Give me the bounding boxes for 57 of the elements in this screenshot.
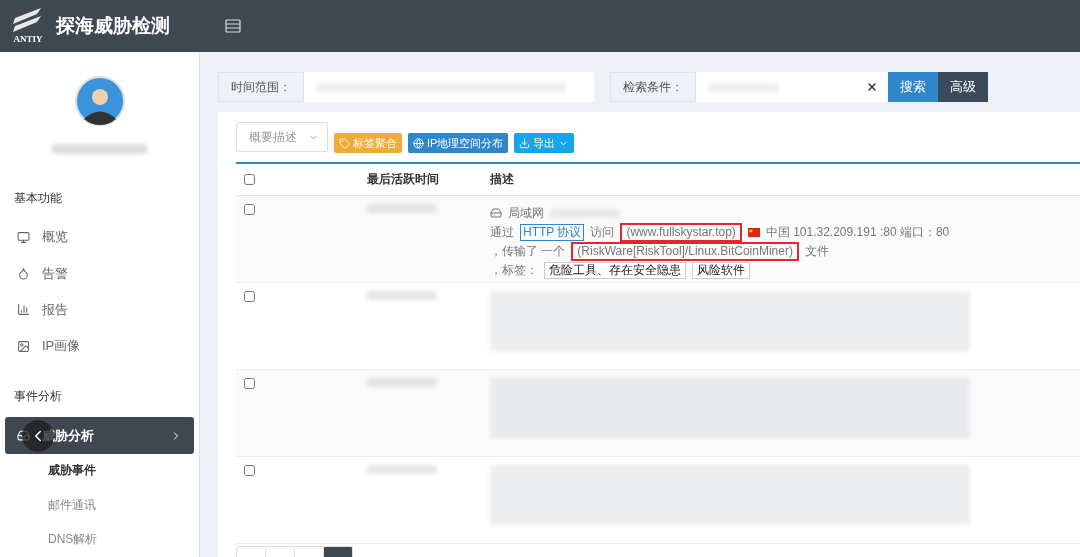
flag-icon — [747, 227, 760, 237]
location-text: 中国 101.32.209.191 :80 端口：80 — [765, 224, 950, 240]
blurred-time — [367, 291, 437, 300]
column-header: 描述 — [490, 171, 515, 188]
close-icon — [866, 81, 878, 93]
sidebar-item[interactable]: 概览 — [5, 219, 194, 256]
search-button[interactable]: 高级 — [938, 72, 988, 102]
sidebar-subitem[interactable]: 邮件通讯 — [0, 488, 199, 523]
section-title: 事件分析 — [13, 388, 63, 406]
back-button[interactable] — [22, 420, 54, 453]
desc-text: ，传输了 一个 — [490, 243, 566, 259]
toolbar-button[interactable]: 导出 — [514, 133, 575, 153]
row-checkbox[interactable] — [244, 465, 255, 476]
row-checkbox[interactable] — [244, 291, 255, 302]
time-range-field[interactable] — [304, 72, 594, 102]
sidebar-subitem[interactable]: 威胁事件 — [0, 453, 199, 489]
item-icon — [17, 267, 30, 280]
field-label: 检索条件： — [610, 72, 696, 102]
toolbar-button[interactable]: 标签聚合 — [334, 133, 402, 153]
column-header: 最后活跃时间 — [367, 171, 440, 188]
protocol-link[interactable]: HTTP 协议 — [520, 223, 585, 241]
desc-text: 文件 — [804, 243, 829, 259]
logo-text: ANTIY — [13, 34, 43, 44]
tag-icon — [339, 137, 350, 149]
avatar-icon — [74, 76, 125, 126]
blurred-time — [367, 465, 437, 474]
item-icon — [17, 303, 30, 317]
sidebar-item[interactable]: 威胁分析 — [5, 417, 194, 454]
domain-text: (www.fullskystar.top) — [620, 222, 742, 242]
tags-label: ，标签： — [490, 262, 538, 278]
toolbar-button[interactable]: IP地理空间分布 — [408, 133, 509, 153]
item-icon — [17, 339, 30, 353]
tag-chip: 危险工具、存在安全隐患 — [544, 261, 686, 279]
menu-icon[interactable] — [225, 19, 241, 33]
row-checkbox[interactable] — [244, 378, 255, 389]
section-title: 基本功能 — [13, 190, 63, 207]
app-title: 探海威胁检测 — [56, 14, 171, 38]
globe-icon — [413, 137, 424, 149]
desc-text: 访问 — [590, 224, 615, 240]
network-icon — [490, 207, 502, 219]
sidebar-subitem[interactable]: DNS解析 — [0, 522, 199, 557]
select-all-checkbox[interactable] — [244, 174, 255, 185]
sidebar-item[interactable]: 告警 — [5, 255, 194, 292]
search-button[interactable]: 搜索 — [888, 72, 938, 102]
network-label: 局域网 — [508, 205, 544, 221]
condition-field[interactable] — [696, 72, 856, 102]
download-icon — [519, 137, 531, 149]
close-button[interactable] — [856, 72, 888, 102]
file-text: (RiskWare[RiskTool]/Linux.BitCoinMiner) — [571, 241, 799, 261]
summary-select[interactable]: 概要描述 — [236, 122, 328, 152]
sidebar-item[interactable]: IP画像 — [5, 328, 194, 365]
field-label: 时间范围： — [218, 72, 304, 102]
tag-chip: 风险软件 — [692, 261, 750, 279]
item-icon — [17, 230, 30, 244]
desc-text: 通过 — [490, 224, 514, 240]
sidebar-item[interactable]: 报告 — [5, 291, 194, 329]
row-checkbox[interactable] — [244, 204, 255, 215]
